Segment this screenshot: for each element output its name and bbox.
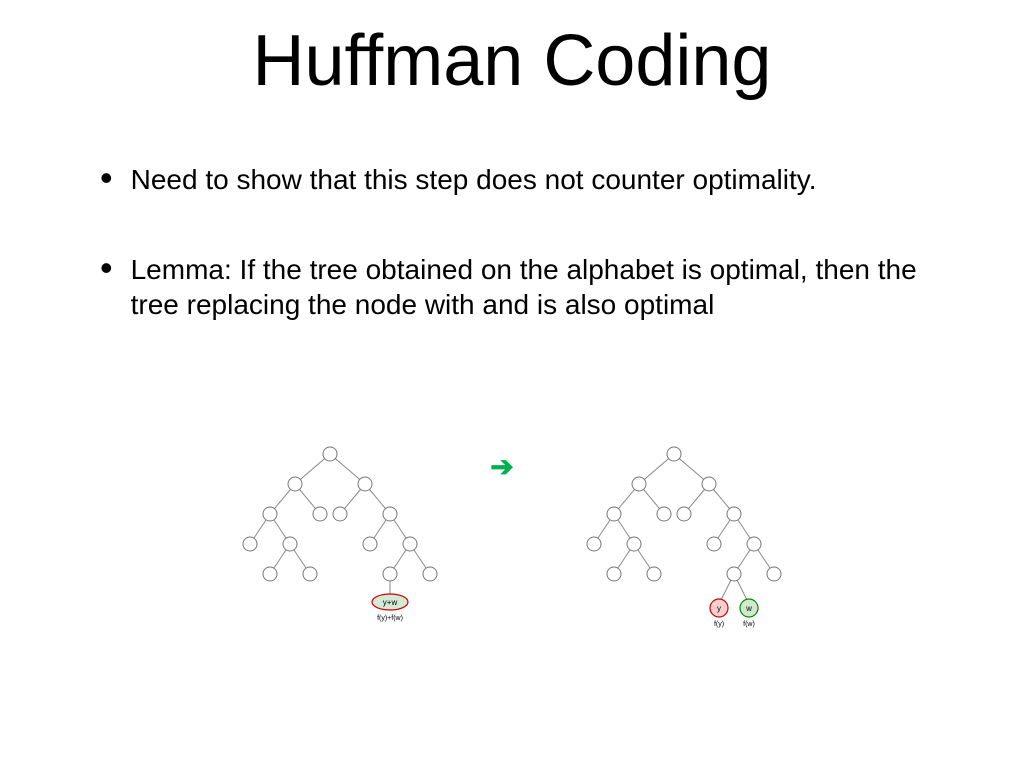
merged-node-label: y+w — [383, 598, 398, 607]
slide-title: Huffman Coding — [0, 0, 1024, 102]
bullet-item: • Need to show that this step does not c… — [100, 162, 934, 197]
bullet-text: Need to show that this step does not cou… — [131, 162, 817, 197]
merged-node-sublabel: f(y)+f(w) — [377, 615, 403, 622]
bullet-dot-icon: • — [100, 258, 113, 278]
arrow-icon: ➔ — [490, 450, 513, 483]
bullet-item: • Lemma: If the tree obtained on the alp… — [100, 252, 934, 322]
tree-diagram: y+w f(y)+f(w) ➔ — [0, 440, 1024, 720]
bullet-text: Lemma: If the tree obtained on the alpha… — [131, 252, 934, 322]
left-tree: y+w f(y)+f(w) — [243, 447, 437, 622]
leaf-w-sublabel: f(w) — [743, 621, 755, 628]
bullet-list: • Need to show that this step does not c… — [100, 162, 934, 322]
slide: Huffman Coding • Need to show that this … — [0, 0, 1024, 768]
right-tree: y f(y) w f(w) — [587, 447, 781, 628]
leaf-y-label: y — [717, 604, 721, 613]
leaf-w-label: w — [745, 604, 752, 613]
left-tree-svg: y+w f(y)+f(w) — [210, 440, 450, 650]
bullet-dot-icon: • — [100, 168, 113, 188]
leaf-y-sublabel: f(y) — [714, 621, 724, 628]
right-tree-svg: y f(y) w f(w) — [554, 440, 814, 670]
